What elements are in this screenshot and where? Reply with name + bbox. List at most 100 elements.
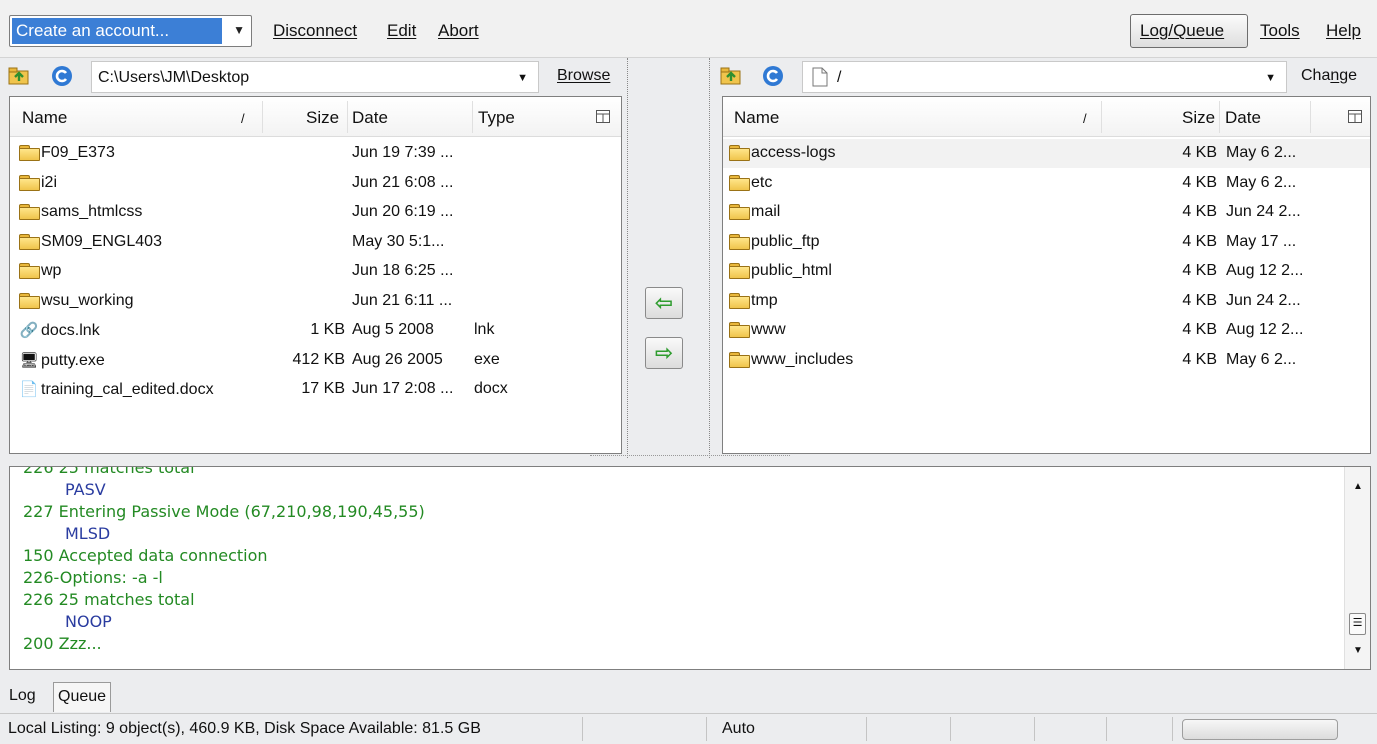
file-date: Aug 12 2... bbox=[1226, 321, 1304, 338]
log-scrollbar[interactable]: ▲ ☰ ▼ bbox=[1344, 467, 1370, 669]
abort-link[interactable]: Abort bbox=[438, 21, 479, 41]
file-name: SM09_ENGL403 bbox=[19, 233, 162, 251]
file-name-text: putty.exe bbox=[41, 351, 105, 369]
table-row[interactable]: wp Jun 18 6:25 ... bbox=[10, 257, 621, 286]
column-divider bbox=[1101, 101, 1102, 133]
scroll-thumb[interactable]: ☰ bbox=[1349, 613, 1366, 635]
file-name-text: access-logs bbox=[751, 144, 836, 161]
disconnect-link[interactable]: Disconnect bbox=[273, 21, 357, 41]
file-name: 📄 training_cal_edited.docx bbox=[19, 380, 214, 399]
upload-arrow-button[interactable]: ⇨ bbox=[645, 337, 683, 369]
column-date[interactable]: Date bbox=[1225, 108, 1261, 128]
shortcut-icon: 🔗 bbox=[19, 322, 39, 339]
local-splitter[interactable] bbox=[624, 58, 632, 458]
left-arrow-icon: ⇦ bbox=[654, 290, 674, 315]
table-row[interactable]: www 4 KB Aug 12 2... bbox=[723, 316, 1370, 345]
refresh-icon[interactable] bbox=[51, 65, 73, 87]
column-chooser-icon[interactable] bbox=[596, 110, 610, 123]
file-name: i2i bbox=[19, 174, 57, 192]
refresh-icon[interactable] bbox=[762, 65, 784, 87]
column-date[interactable]: Date bbox=[352, 108, 388, 128]
file-date: May 6 2... bbox=[1226, 144, 1297, 161]
tab-log[interactable]: Log bbox=[5, 682, 40, 712]
table-row[interactable]: 🖥 putty.exe 412 KB Aug 26 2005 exe bbox=[10, 346, 621, 375]
file-name-text: SM09_ENGL403 bbox=[41, 232, 162, 250]
table-row[interactable]: access-logs 4 KB May 6 2... bbox=[723, 139, 1370, 168]
remote-splitter[interactable] bbox=[706, 58, 714, 458]
table-row[interactable]: i2i Jun 21 6:08 ... bbox=[10, 169, 621, 198]
table-row[interactable]: mail 4 KB Jun 24 2... bbox=[723, 198, 1370, 227]
table-row[interactable]: public_ftp 4 KB May 17 ... bbox=[723, 228, 1370, 257]
table-row[interactable]: www_includes 4 KB May 6 2... bbox=[723, 346, 1370, 375]
remote-list-header: Name / Size Date bbox=[723, 97, 1370, 137]
column-name[interactable]: Name bbox=[22, 108, 67, 128]
log-queue-button[interactable]: Log/Queue bbox=[1130, 14, 1248, 48]
file-name-text: wsu_working bbox=[41, 291, 134, 309]
file-name-text: sams_htmlcss bbox=[41, 203, 143, 220]
folder-icon bbox=[19, 204, 40, 220]
scroll-down-icon[interactable]: ▼ bbox=[1353, 645, 1363, 656]
table-row[interactable]: SM09_ENGL403 May 30 5:1... bbox=[10, 228, 621, 257]
file-size: 4 KB bbox=[1182, 173, 1217, 191]
chevron-down-icon[interactable]: ▼ bbox=[1265, 72, 1276, 84]
status-divider bbox=[950, 717, 951, 741]
file-type: docx bbox=[474, 380, 508, 397]
status-mode: Auto bbox=[722, 720, 755, 737]
status-divider bbox=[706, 717, 707, 741]
file-name: wsu_working bbox=[19, 292, 133, 310]
local-file-list[interactable]: Name / Size Date Type F09_E373 Jun 19 7:3… bbox=[9, 96, 622, 454]
file-size: 4 KB bbox=[1182, 203, 1217, 220]
sort-indicator-icon: / bbox=[241, 111, 245, 126]
file-date: May 30 5:1... bbox=[352, 232, 445, 250]
log-panel[interactable]: 226 25 matches total PASV 227 Entering Pas… bbox=[9, 466, 1371, 670]
table-row[interactable]: sams_htmlcss Jun 20 6:19 ... bbox=[10, 198, 621, 227]
transfer-area bbox=[636, 58, 708, 458]
table-row[interactable]: 🔗 docs.lnk 1 KB Aug 5 2008 lnk bbox=[10, 316, 621, 345]
file-name: public_html bbox=[729, 262, 832, 280]
file-date: Jun 24 2... bbox=[1226, 291, 1301, 309]
table-row[interactable]: etc 4 KB May 6 2... bbox=[723, 169, 1370, 198]
scroll-up-icon[interactable]: ▲ bbox=[1353, 481, 1363, 492]
file-size: 4 KB bbox=[1182, 321, 1217, 338]
file-size: 4 KB bbox=[1182, 350, 1217, 368]
remote-path-input[interactable]: / ▼ bbox=[802, 61, 1287, 93]
file-date: Jun 18 6:25 ... bbox=[352, 262, 454, 279]
tab-queue[interactable]: Queue bbox=[53, 682, 112, 712]
folder-icon bbox=[729, 263, 750, 279]
tools-menu[interactable]: Tools bbox=[1260, 21, 1300, 41]
local-path-input[interactable]: C:\Users\JM\Desktop ▼ bbox=[91, 61, 539, 93]
folder-up-icon[interactable] bbox=[720, 65, 742, 87]
table-row[interactable]: F09_E373 Jun 19 7:39 ... bbox=[10, 139, 621, 168]
file-name-text: public_html bbox=[751, 262, 832, 279]
remote-file-list[interactable]: Name / Size Date access-logs 4 KB May 6 2.… bbox=[722, 96, 1371, 454]
table-row[interactable]: wsu_working Jun 21 6:11 ... bbox=[10, 287, 621, 316]
column-name[interactable]: Name bbox=[734, 108, 779, 128]
table-row[interactable]: 📄 training_cal_edited.docx 17 KB Jun 17 2:0… bbox=[10, 375, 621, 404]
change-button[interactable]: Change bbox=[1301, 67, 1357, 85]
file-name-text: wp bbox=[41, 262, 62, 279]
status-divider bbox=[1172, 717, 1173, 741]
column-size[interactable]: Size bbox=[1182, 108, 1215, 128]
folder-icon bbox=[19, 292, 40, 309]
file-date: May 17 ... bbox=[1226, 232, 1297, 250]
column-type[interactable]: Type bbox=[478, 108, 515, 128]
account-select[interactable]: Create an account... ▼ bbox=[9, 15, 252, 47]
edit-link[interactable]: Edit bbox=[387, 21, 416, 41]
file-name-text: mail bbox=[751, 203, 781, 220]
table-row[interactable]: tmp 4 KB Jun 24 2... bbox=[723, 287, 1370, 316]
folder-up-icon[interactable] bbox=[8, 65, 30, 87]
chevron-down-icon[interactable]: ▼ bbox=[517, 72, 528, 84]
file-name: public_ftp bbox=[729, 233, 820, 251]
column-chooser-icon[interactable] bbox=[1348, 110, 1362, 123]
help-menu[interactable]: Help bbox=[1326, 21, 1361, 41]
column-divider bbox=[262, 101, 263, 133]
executable-icon: 🖥 bbox=[19, 351, 39, 369]
log-line: 226 25 matches total bbox=[23, 466, 195, 477]
column-size[interactable]: Size bbox=[306, 108, 339, 128]
download-arrow-button[interactable]: ⇦ bbox=[645, 287, 683, 319]
file-date: May 6 2... bbox=[1226, 350, 1297, 368]
log-splitter[interactable] bbox=[590, 455, 790, 463]
browse-button[interactable]: Browse bbox=[557, 67, 610, 85]
table-row[interactable]: public_html 4 KB Aug 12 2... bbox=[723, 257, 1370, 286]
local-path-bar: C:\Users\JM\Desktop ▼ Browse bbox=[0, 58, 630, 96]
